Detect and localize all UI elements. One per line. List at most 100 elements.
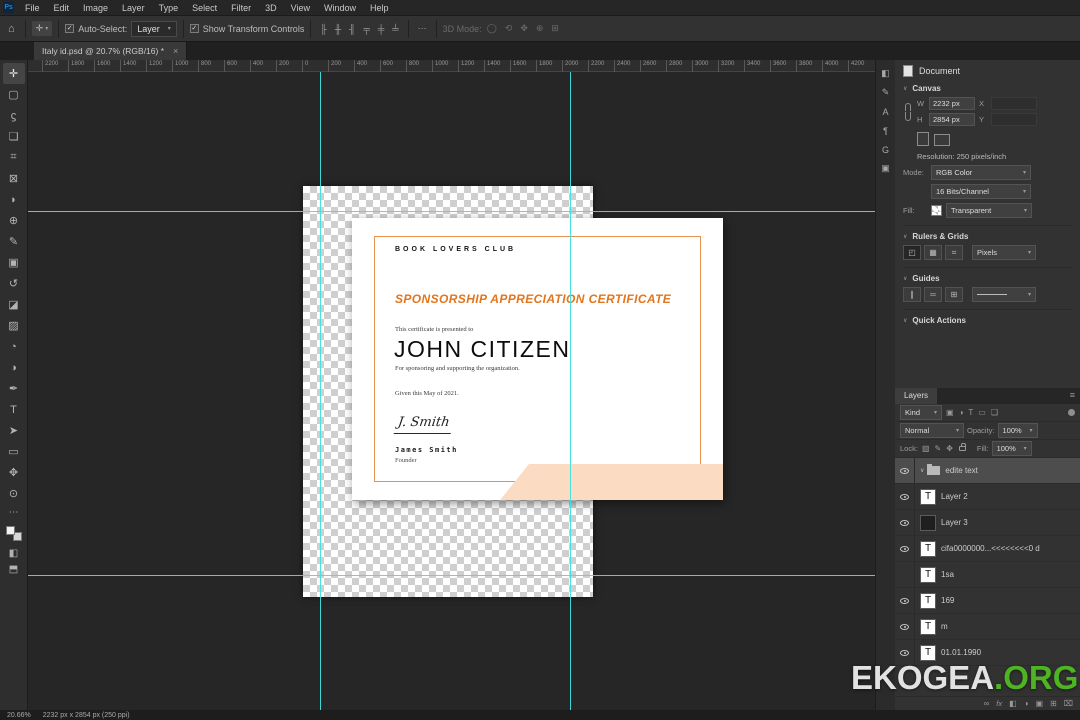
- tab-layers[interactable]: Layers: [895, 388, 938, 404]
- auto-select-checkbox[interactable]: ✓: [65, 24, 75, 33]
- kind-filter-select[interactable]: Kind ▾: [900, 405, 942, 420]
- bit-depth-select[interactable]: 16 Bits/Channel ▾: [931, 184, 1031, 199]
- height-input[interactable]: 2854 px: [929, 113, 975, 126]
- move-tool-icon[interactable]: ✛: [2, 63, 25, 84]
- layer-row[interactable]: T Layer 2: [895, 484, 1080, 510]
- layer-name[interactable]: 01.01.1990: [941, 648, 981, 657]
- foreground-color-swatch[interactable]: [5, 526, 15, 535]
- new-group-icon[interactable]: ▣: [1036, 699, 1044, 708]
- menu-help[interactable]: Help: [363, 0, 396, 16]
- layer-name[interactable]: Layer 3: [941, 518, 968, 527]
- horizontal-guide[interactable]: [28, 575, 875, 576]
- menu-image[interactable]: Image: [76, 0, 115, 16]
- pen-tool-icon[interactable]: ✒: [3, 378, 25, 399]
- layer-row[interactable]: Layer 3: [895, 510, 1080, 536]
- path-selection-tool-icon[interactable]: ➤: [3, 420, 25, 441]
- layer-thumbnail[interactable]: T: [920, 488, 936, 505]
- clear-guides-button[interactable]: ⊞: [945, 287, 963, 302]
- roll-3d-icon[interactable]: ⟲: [502, 23, 516, 34]
- visibility-toggle[interactable]: [895, 614, 915, 639]
- layer-name[interactable]: edite text: [945, 466, 977, 475]
- link-layers-icon[interactable]: ∞: [984, 699, 990, 708]
- glyphs-panel-icon[interactable]: G: [882, 140, 889, 159]
- toggle-grid-button[interactable]: ▦: [924, 245, 942, 260]
- history-brush-tool-icon[interactable]: ↺: [3, 273, 25, 294]
- marquee-tool-icon[interactable]: ▢: [3, 84, 25, 105]
- eraser-tool-icon[interactable]: ◪: [3, 294, 25, 315]
- zoom-level[interactable]: 20.66%: [7, 712, 31, 719]
- close-tab-icon[interactable]: ×: [173, 46, 178, 56]
- visibility-toggle[interactable]: [895, 484, 915, 509]
- home-icon[interactable]: ⌂: [4, 23, 19, 35]
- filter-toggle-icon[interactable]: [1068, 409, 1075, 416]
- character-panel-icon[interactable]: A: [882, 102, 888, 121]
- menu-3d[interactable]: 3D: [258, 0, 284, 16]
- x-input[interactable]: [991, 97, 1037, 110]
- adjustment-layer-icon[interactable]: ◑: [1024, 699, 1029, 708]
- visibility-toggle[interactable]: [895, 536, 915, 561]
- opacity-select[interactable]: 100% ▾: [997, 423, 1038, 438]
- landscape-orientation-button[interactable]: [934, 134, 950, 146]
- fill-swatch[interactable]: [931, 205, 942, 216]
- link-dimensions-icon[interactable]: [903, 103, 913, 121]
- filter-shape-layers-icon[interactable]: ▭: [977, 408, 987, 417]
- visibility-toggle[interactable]: [895, 510, 915, 535]
- menu-filter[interactable]: Filter: [224, 0, 258, 16]
- layer-name[interactable]: 1sa: [941, 570, 954, 579]
- layer-thumbnail[interactable]: T: [920, 566, 936, 583]
- scale-3d-icon[interactable]: ⊞: [548, 23, 562, 34]
- more-options-icon[interactable]: ⋯: [415, 23, 430, 34]
- color-swatches[interactable]: [5, 526, 22, 541]
- group-expand-icon[interactable]: ∨: [920, 467, 924, 474]
- toggle-rulers-button[interactable]: ◰: [903, 245, 921, 260]
- adjustments-panel-icon[interactable]: ◧: [881, 64, 890, 83]
- lock-transparency-icon[interactable]: ▨: [921, 444, 931, 453]
- vertical-guide[interactable]: [570, 72, 571, 710]
- screen-mode-icon[interactable]: ⬒: [9, 561, 18, 577]
- layer-row[interactable]: T 169: [895, 588, 1080, 614]
- align-left-icon[interactable]: ╟: [317, 24, 329, 34]
- layer-name[interactable]: 169: [941, 596, 954, 605]
- brush-tool-icon[interactable]: ✎: [3, 231, 25, 252]
- menu-file[interactable]: File: [18, 0, 47, 16]
- auto-select-target-select[interactable]: Layer ▾: [131, 20, 177, 37]
- visibility-toggle[interactable]: [895, 562, 915, 587]
- certificate-artwork[interactable]: BOOK LOVERS CLUB SPONSORSHIP APPRECIATIO…: [352, 218, 723, 500]
- canvas-area[interactable]: 2200 1800 1600 1400 1200 1000 800 600 400 200 0 200…: [28, 60, 875, 710]
- y-input[interactable]: [991, 113, 1037, 126]
- menu-type[interactable]: Type: [152, 0, 186, 16]
- width-input[interactable]: 2232 px: [929, 97, 975, 110]
- crop-tool-icon[interactable]: ⌗: [3, 147, 25, 168]
- layer-row[interactable]: Tm: [895, 614, 1080, 640]
- quick-mask-icon[interactable]: ◧: [9, 545, 18, 561]
- canvas-section-header[interactable]: ∨ Canvas: [903, 84, 1072, 93]
- toggle-snap-button[interactable]: ⌗: [945, 245, 963, 260]
- lock-position-icon[interactable]: ✥: [945, 444, 954, 453]
- layer-name[interactable]: m: [941, 622, 948, 631]
- portrait-orientation-button[interactable]: [917, 132, 929, 146]
- show-transform-checkbox[interactable]: ✓: [189, 24, 199, 33]
- layer-mask-icon[interactable]: ◧: [1009, 699, 1017, 708]
- align-center-h-icon[interactable]: ╫: [332, 24, 344, 34]
- menu-select[interactable]: Select: [185, 0, 224, 16]
- layer-fill-select[interactable]: 100% ▾: [991, 441, 1032, 456]
- delete-layer-icon[interactable]: ⌧: [1064, 699, 1073, 708]
- brushes-panel-icon[interactable]: ✎: [882, 83, 890, 102]
- document-tab[interactable]: Italy id.psd @ 20.7% (RGB/16) * ×: [34, 42, 188, 60]
- current-tool-icon[interactable]: ✛ ▾: [31, 21, 53, 36]
- align-right-icon[interactable]: ╢: [346, 24, 358, 34]
- layer-name[interactable]: cifa0000000...<<<<<<<<0 d: [941, 544, 1040, 553]
- menu-layer[interactable]: Layer: [115, 0, 152, 16]
- lasso-tool-icon[interactable]: ϛ: [3, 105, 25, 126]
- clone-stamp-tool-icon[interactable]: ▣: [3, 252, 25, 273]
- layer-thumbnail[interactable]: T: [920, 592, 936, 609]
- guides-section-header[interactable]: ∨ Guides: [903, 267, 1072, 283]
- align-center-v-icon[interactable]: ╪: [375, 24, 387, 34]
- paragraph-panel-icon[interactable]: ¶: [883, 121, 888, 140]
- orbit-3d-icon[interactable]: ◯: [484, 23, 500, 34]
- filter-adjustment-layers-icon[interactable]: ◑: [958, 408, 965, 417]
- panel-menu-icon[interactable]: ≡: [1070, 388, 1080, 404]
- slide-3d-icon[interactable]: ⊕: [533, 23, 547, 34]
- blur-tool-icon[interactable]: ◔: [3, 336, 25, 357]
- layer-row[interactable]: Tcifa0000000...<<<<<<<<0 d: [895, 536, 1080, 562]
